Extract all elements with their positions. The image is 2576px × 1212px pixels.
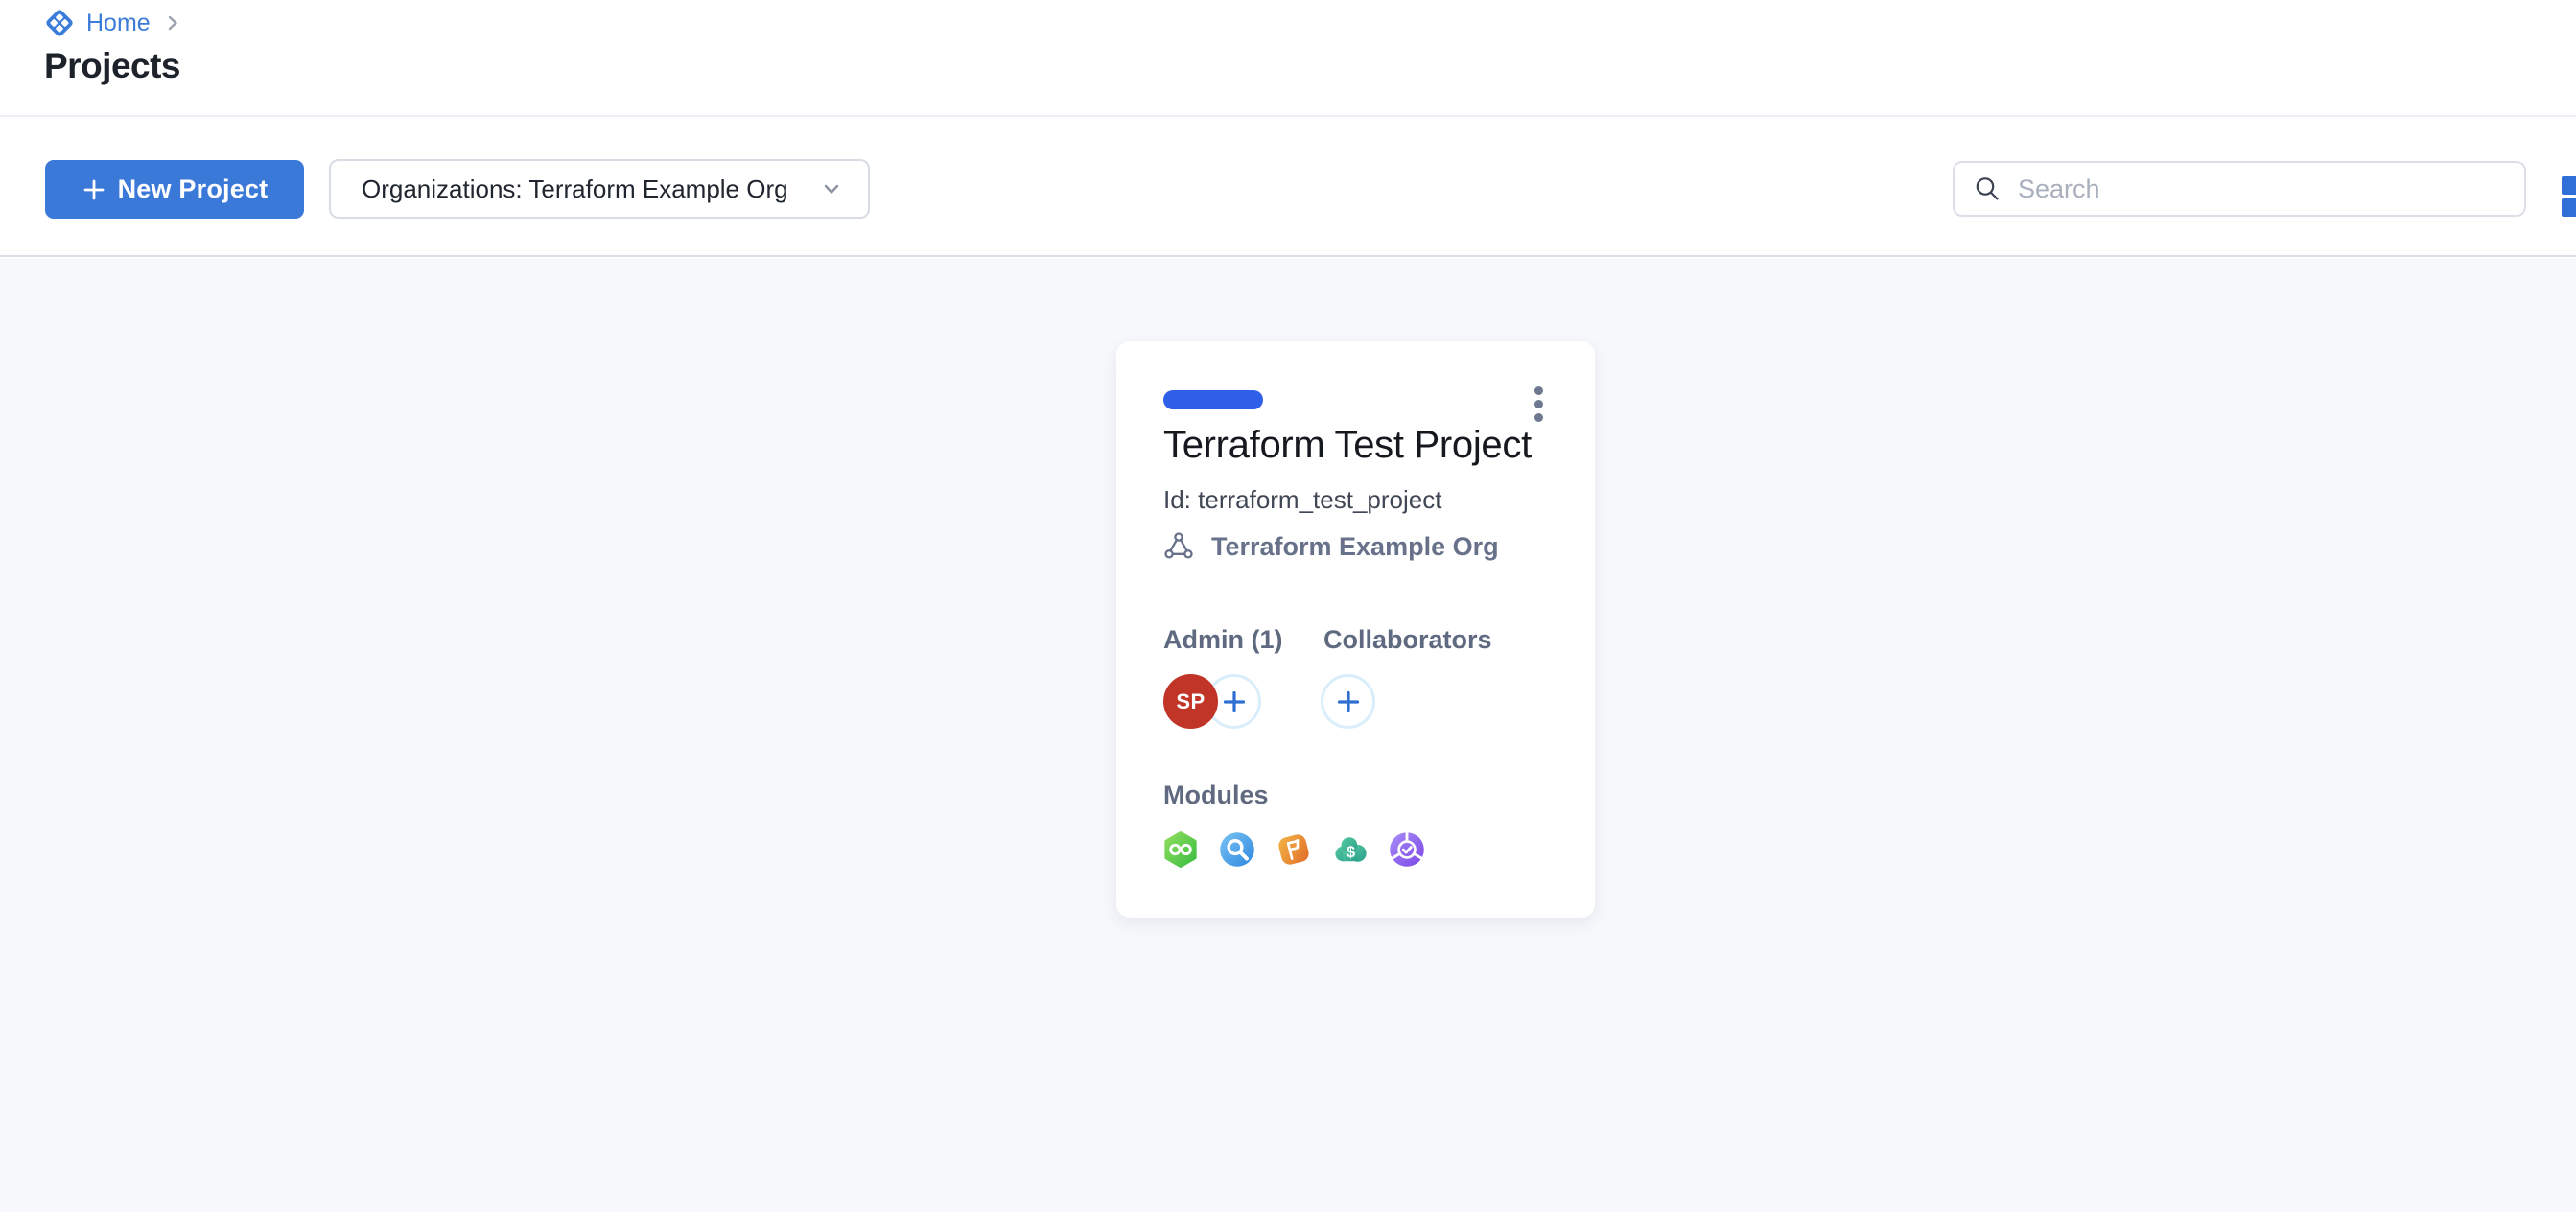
organization-filter-value: Organizations: Terraform Example Org — [362, 175, 818, 204]
project-title[interactable]: Terraform Test Project — [1163, 424, 1532, 467]
project-organization-link[interactable]: Terraform Example Org — [1160, 528, 1499, 565]
search-scope-icon[interactable] — [1218, 830, 1256, 869]
project-color-pill — [1163, 390, 1263, 409]
flag-icon[interactable] — [1275, 830, 1313, 869]
modules-row: $ — [1161, 830, 1426, 869]
modules-section-label: Modules — [1163, 781, 1269, 810]
cloud-dollar-icon[interactable]: $ — [1331, 830, 1370, 869]
collaborators-section-label: Collaborators — [1323, 625, 1492, 655]
plus-icon — [1220, 688, 1249, 716]
app-logo-icon — [44, 8, 75, 38]
project-organization-name: Terraform Example Org — [1211, 532, 1499, 562]
svg-text:$: $ — [1347, 843, 1356, 861]
new-project-button[interactable]: New Project — [45, 160, 304, 219]
view-toggle-icon[interactable] — [2562, 176, 2576, 221]
organization-filter-dropdown[interactable]: Organizations: Terraform Example Org — [329, 159, 870, 219]
content-area: Terraform Test Project Id: terraform_tes… — [0, 259, 2576, 1212]
page-title: Projects — [44, 46, 180, 86]
infinity-hexagon-icon[interactable] — [1161, 830, 1200, 869]
projects-page: Home Projects New Project Organizations:… — [0, 0, 2576, 1212]
project-card: Terraform Test Project Id: terraform_tes… — [1116, 341, 1595, 918]
breadcrumb: Home — [44, 8, 183, 38]
breadcrumb-home-link[interactable]: Home — [86, 10, 151, 37]
project-id: Id: terraform_test_project — [1163, 485, 1441, 515]
toolbar: New Project Organizations: Terraform Exa… — [0, 119, 2576, 257]
new-project-button-label: New Project — [118, 175, 269, 204]
checkmark-donut-icon[interactable] — [1388, 830, 1426, 869]
plus-icon — [1334, 688, 1363, 716]
plus-icon — [82, 177, 106, 202]
add-collaborator-button[interactable] — [1321, 674, 1375, 729]
admin-avatar[interactable]: SP — [1163, 674, 1218, 729]
admin-section-label: Admin (1) — [1163, 625, 1283, 655]
search-input[interactable] — [2016, 174, 2507, 205]
search-icon — [1972, 174, 2002, 204]
page-header: Home Projects — [0, 0, 2576, 117]
search-box — [1953, 161, 2526, 217]
chevron-down-icon — [818, 175, 845, 202]
organization-icon — [1160, 528, 1197, 565]
chevron-right-icon — [162, 12, 183, 34]
